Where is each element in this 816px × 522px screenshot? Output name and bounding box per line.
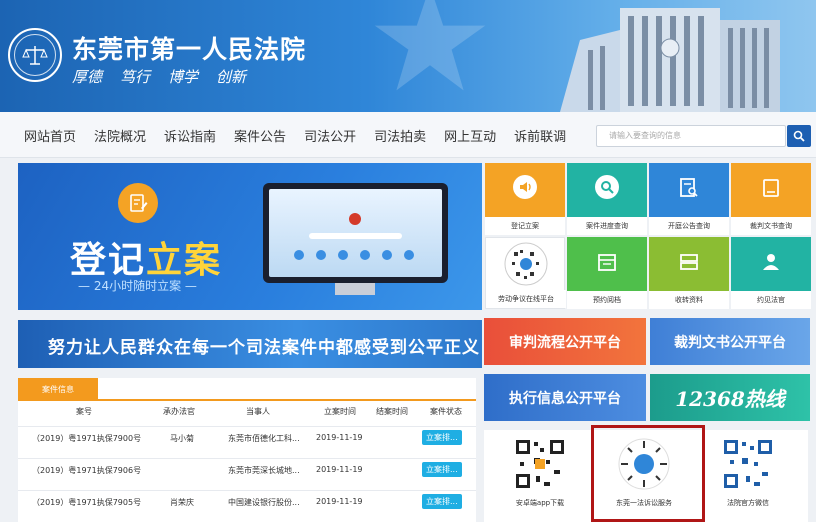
qr-icon [504, 242, 548, 286]
hotline-12368-banner[interactable]: 12368热线 [650, 374, 810, 421]
highlight-box [591, 425, 705, 522]
tile-judgment-docs[interactable]: 裁判文书查询 [731, 163, 811, 235]
tile-appointment-reading[interactable]: 预约阅档 [567, 237, 647, 309]
calendar-icon [593, 249, 621, 275]
tile-label: 预约阅档 [567, 291, 647, 309]
party-name: 东莞市佰德化工科... [228, 434, 300, 443]
table-row[interactable]: （2019）粤1971执保7900号 马小菊 东莞市佰德化工科... 2019-… [18, 426, 476, 448]
judge-name: 马小菊 [170, 434, 194, 443]
party-name: 中国建设银行股份... [228, 498, 300, 507]
column-header: 案号 [76, 407, 92, 416]
column-header: 立案时间 [324, 407, 356, 416]
table-row[interactable]: （2019）粤1971执保7906号 东莞市莞深长城地... 2019-11-1… [18, 458, 476, 480]
column-header: 当事人 [246, 407, 270, 416]
motto-item: 厚德 [72, 68, 103, 86]
court-building-image [560, 8, 780, 112]
nav-item-home[interactable]: 网站首页 [24, 126, 76, 145]
case-number[interactable]: （2019）粤1971执保7905号 [32, 497, 141, 508]
judge-name: 肖荣庆 [170, 498, 194, 507]
court-homepage: 东莞市第一人民法院 厚德 笃行 博学 创新 网站首页 法院概况 诉讼指南 案件公… [0, 0, 816, 522]
folder-icon [675, 249, 703, 275]
star-decoration-icon [374, 0, 486, 91]
tile-label: 案件进度查询 [567, 217, 647, 235]
banner-title-part1: 登记 [70, 239, 147, 281]
registration-banner[interactable]: 登记立案 — 24小时随时立案 — [18, 163, 482, 310]
site-title: 东莞市第一人民法院 [72, 35, 307, 64]
trial-process-platform-banner[interactable]: 审判流程公开平台 [484, 318, 646, 365]
court-emblem-icon [8, 28, 62, 82]
tile-label: 开庭公告查询 [649, 217, 729, 235]
judgment-docs-platform-banner[interactable]: 裁判文书公开平台 [650, 318, 810, 365]
tile-label: 劳动争议在线平台 [486, 290, 566, 308]
tile-register-case[interactable]: 登记立案 [485, 163, 565, 235]
case-info-tab[interactable]: 案件信息 [18, 378, 98, 400]
platform-label: 审判流程公开平台 [509, 334, 621, 351]
execution-info-platform-banner[interactable]: 执行信息公开平台 [484, 374, 646, 421]
nav-item-pre-litigation-mediation[interactable]: 诉前联调 [514, 126, 566, 145]
document-search-icon [675, 175, 703, 201]
column-header: 承办法官 [163, 407, 195, 416]
nav-item-judicial-auction[interactable]: 司法拍卖 [374, 126, 426, 145]
filed-date: 2019-11-19 [316, 465, 363, 474]
qr-code-icon [514, 438, 566, 490]
speaker-icon [513, 175, 537, 199]
table-row[interactable]: （2019）粤1971执保7905号 肖荣庆 中国建设银行股份... 2019-… [18, 490, 476, 512]
tile-hearing-notice[interactable]: 开庭公告查询 [649, 163, 729, 235]
slogan-text: 努力让人民群众在每一个司法案件中都感受到公平正义 [48, 338, 480, 358]
filed-date: 2019-11-19 [316, 497, 363, 506]
tile-material-transfer[interactable]: 收转资料 [649, 237, 729, 309]
nav-item-litigation-guide[interactable]: 诉讼指南 [164, 126, 216, 145]
search-button[interactable] [787, 125, 811, 147]
tile-label: 裁判文书查询 [731, 217, 811, 235]
column-header: 案件状态 [430, 407, 462, 416]
platform-label: 12368热线 [675, 387, 785, 411]
column-header: 结案时间 [376, 407, 408, 416]
tile-label: 收转资料 [649, 291, 729, 309]
book-icon [757, 175, 785, 201]
nav-item-court-overview[interactable]: 法院概况 [94, 126, 146, 145]
monitor-image [263, 183, 448, 299]
filed-date: 2019-11-19 [316, 433, 363, 442]
site-header: 东莞市第一人民法院 厚德 笃行 博学 创新 [0, 0, 816, 112]
judge-icon [757, 249, 785, 275]
nav-item-case-notice[interactable]: 案件公告 [234, 126, 286, 145]
motto-item: 创新 [216, 68, 247, 86]
motto-item: 笃行 [120, 68, 151, 86]
tile-label: 登记立案 [485, 217, 565, 235]
nav-item-online-interaction[interactable]: 网上互动 [444, 126, 496, 145]
tile-labor-dispute-platform[interactable]: 劳动争议在线平台 [485, 237, 566, 309]
platform-label: 裁判文书公开平台 [674, 334, 786, 351]
case-number[interactable]: （2019）粤1971执保7900号 [32, 433, 141, 444]
qr-android-app[interactable]: 安卓端app下载 [490, 438, 590, 508]
tile-label: 约见法官 [731, 291, 811, 309]
nav-item-judicial-disclosure[interactable]: 司法公开 [304, 126, 356, 145]
case-info-panel: 案件信息 案号 承办法官 当事人 立案时间 结案时间 案件状态 （2019）粤1… [18, 378, 476, 522]
banner-subtitle: — 24小时随时立案 — [78, 279, 197, 293]
case-number[interactable]: （2019）粤1971执保7906号 [32, 465, 141, 476]
tile-case-progress[interactable]: 案件进度查询 [567, 163, 647, 235]
case-table-header: 案号 承办法官 当事人 立案时间 结案时间 案件状态 [18, 406, 476, 424]
qr-official-wechat[interactable]: 法院官方微信 [698, 438, 798, 508]
case-status-badge[interactable]: 立案排... [422, 462, 462, 477]
qr-label: 法院官方微信 [727, 499, 769, 507]
main-nav: 网站首页 法院概况 诉讼指南 案件公告 司法公开 司法拍卖 网上互动 诉前联调 … [0, 112, 816, 158]
edit-document-icon [118, 183, 158, 223]
qr-code-icon [722, 438, 774, 490]
banner-title-part2: 立案 [146, 239, 223, 281]
case-status-badge[interactable]: 立案排... [422, 494, 462, 509]
party-name: 东莞市莞深长城地... [228, 466, 300, 475]
slogan-banner[interactable]: 努力让人民群众在每一个司法案件中都感受到公平正义 [18, 320, 482, 368]
motto-item: 博学 [168, 68, 199, 86]
qr-label: 安卓端app下载 [515, 499, 565, 507]
search-input[interactable]: 请输入要查询的信息 [596, 125, 786, 147]
magnifier-icon [595, 175, 619, 199]
case-status-badge[interactable]: 立案排... [422, 430, 462, 445]
platform-label: 执行信息公开平台 [509, 390, 621, 407]
tile-meet-judge[interactable]: 约见法官 [731, 237, 811, 309]
search-icon [793, 130, 805, 142]
motto: 厚德 笃行 博学 创新 [72, 66, 246, 87]
banner-title: 登记立案 [70, 231, 222, 283]
